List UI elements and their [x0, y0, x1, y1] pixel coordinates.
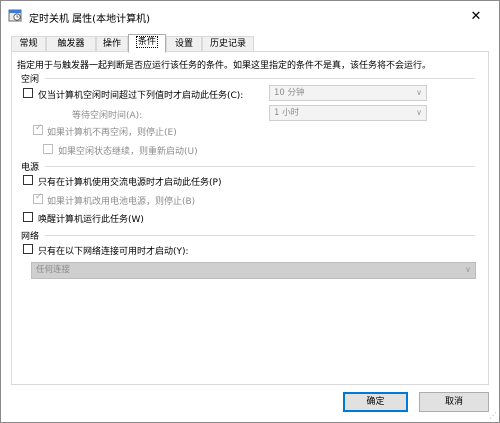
start-if-network-label[interactable]: 只有在以下网络连接可用时才启动(Y):	[38, 244, 189, 257]
network-group-divider	[45, 235, 475, 236]
wait-idle-label: 等待空闲时间(A):	[72, 111, 143, 121]
network-connection-combo[interactable]: 任何连接 ∨	[31, 262, 476, 279]
tab-settings[interactable]: 设置	[166, 36, 202, 52]
stop-on-battery-label[interactable]: 如果计算机改用电池电源，则停止(B)	[47, 194, 195, 207]
window-title: 定时关机 属性(本地计算机)	[29, 14, 150, 25]
checkmark-icon: ✓	[35, 123, 43, 133]
close-button[interactable]: ✕	[453, 1, 499, 31]
idle-group-label: 空闲	[21, 75, 40, 85]
network-group-label: 网络	[21, 232, 40, 242]
power-group-label: 电源	[21, 163, 40, 173]
tab-label: 历史记录	[209, 39, 246, 49]
properties-dialog: 定时关机 属性(本地计算机) ✕ 常规 触发器 操作 条件 设置 历史记录 指定…	[0, 0, 500, 423]
power-group-divider	[45, 166, 475, 167]
tab-conditions[interactable]: 条件	[128, 34, 166, 53]
tab-label: 触发器	[57, 39, 85, 49]
tab-label: 设置	[174, 39, 193, 49]
ok-button[interactable]: 确定	[343, 392, 408, 412]
start-if-idle-label[interactable]: 仅当计算机空闲时间超过下列值时才启动此任务(C):	[38, 88, 243, 101]
tab-label: 操作	[102, 39, 121, 49]
chevron-down-icon: ∨	[465, 265, 471, 274]
ac-power-only-label[interactable]: 只有在计算机使用交流电源时才启动此任务(P)	[38, 175, 221, 188]
start-if-network-checkbox[interactable]	[23, 244, 33, 254]
wake-computer-checkbox[interactable]	[23, 212, 33, 222]
resize-grip-icon[interactable]: ⋰	[489, 411, 497, 420]
stop-on-battery-checkbox[interactable]: ✓	[33, 192, 43, 204]
idle-group-divider	[45, 78, 475, 79]
restart-if-idle-label[interactable]: 如果空闲状态继续，则重新启动(U)	[58, 144, 198, 157]
conditions-description: 指定用于与触发器一起判断是否应运行该任务的条件。如果这里指定的条件不是真，该任务…	[17, 61, 432, 71]
tab-actions[interactable]: 操作	[96, 36, 128, 52]
wake-computer-label[interactable]: 唤醒计算机运行此任务(W)	[38, 212, 144, 225]
chevron-down-icon: ∨	[416, 108, 422, 117]
wait-idle-combo[interactable]: 1 小时 ∨	[269, 105, 427, 121]
chevron-down-icon: ∨	[416, 88, 422, 97]
tab-triggers[interactable]: 触发器	[46, 36, 96, 52]
idle-duration-value: 10 分钟	[274, 88, 305, 98]
task-scheduler-icon	[8, 9, 22, 22]
start-if-idle-checkbox[interactable]	[23, 88, 33, 98]
checkmark-icon: ✓	[35, 192, 43, 202]
stop-if-not-idle-label[interactable]: 如果计算机不再空闲，则停止(E)	[47, 125, 177, 138]
tab-label: 常规	[19, 39, 38, 49]
tab-general[interactable]: 常规	[11, 36, 46, 52]
cancel-button[interactable]: 取消	[419, 392, 489, 412]
idle-duration-combo[interactable]: 10 分钟 ∨	[269, 85, 427, 101]
tab-history[interactable]: 历史记录	[202, 36, 254, 52]
title-bar[interactable]: 定时关机 属性(本地计算机) ✕	[1, 1, 499, 31]
tab-label: 条件	[135, 36, 158, 48]
network-connection-value: 任何连接	[36, 265, 71, 275]
stop-if-not-idle-checkbox[interactable]: ✓	[33, 123, 43, 135]
wait-idle-value: 1 小时	[274, 108, 300, 118]
restart-if-idle-checkbox[interactable]	[43, 144, 53, 154]
ac-power-only-checkbox[interactable]	[23, 175, 33, 185]
